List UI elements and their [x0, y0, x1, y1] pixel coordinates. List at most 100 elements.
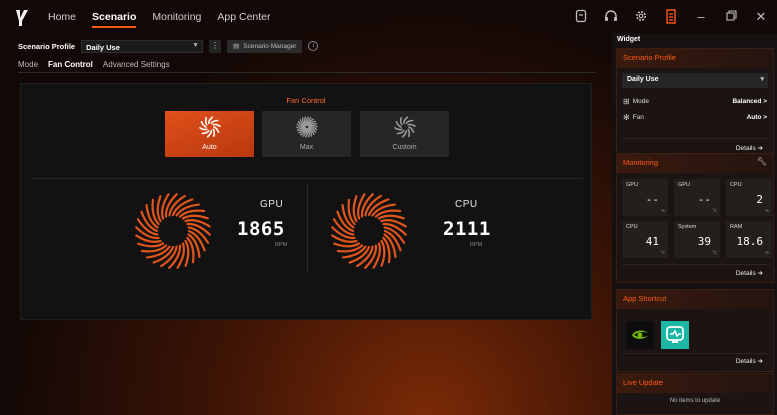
widget-monitoring-card: Monitoring 🔧︎ GPU -- % GPU -- °C CPU 2 %… — [616, 153, 774, 283]
fan-blade — [212, 123, 221, 128]
arrow-right-icon: ➔ — [757, 358, 763, 365]
top-bar: Home Scenario Monitoring App Center – ✕ — [0, 0, 777, 35]
subtab-mode[interactable]: Mode — [18, 60, 38, 69]
fan-blade — [396, 130, 405, 135]
widget-mode-value: Balanced > — [732, 97, 767, 105]
monitor-gpu-temp: GPU -- °C — [674, 179, 720, 216]
arrow-right-icon: ➔ — [757, 270, 763, 277]
fan-mode-max-button[interactable]: Max — [262, 111, 351, 157]
more-options-button[interactable]: ⋮ — [209, 39, 222, 53]
notification-icon[interactable] — [573, 9, 589, 25]
fan-blade — [407, 123, 416, 128]
panel-divider — [31, 178, 583, 179]
monitor-name: RAM — [730, 224, 743, 230]
fan-blade — [377, 214, 405, 220]
gpu-rpm-unit: RPM — [275, 242, 288, 248]
widget-scenario-divider — [622, 138, 770, 139]
widget-app-shortcut-divider — [622, 353, 770, 354]
fan-blade — [380, 239, 386, 267]
wrench-icon[interactable]: 🔧︎ — [757, 157, 767, 166]
monitor-cpu-usage: CPU 2 % — [726, 179, 772, 216]
monitor-value: -- — [645, 193, 659, 206]
widget-monitoring-title: Monitoring 🔧︎ — [617, 154, 773, 173]
subtab-fan-control[interactable]: Fan Control — [48, 60, 93, 69]
widget-fan-value: Auto > — [746, 113, 767, 121]
monitor-cpu-temp: CPU 41 °C — [622, 221, 668, 258]
mode-grid-icon: ⊞ — [623, 96, 630, 106]
info-icon[interactable]: i — [308, 41, 319, 51]
subtab-advanced-settings[interactable]: Advanced Settings — [103, 60, 170, 69]
monitoring-grid: GPU -- % GPU -- °C CPU 2 % CPU 41 °C Sys… — [622, 179, 772, 258]
cpu-rpm-unit: RPM — [470, 242, 483, 248]
fan-mode-auto-button[interactable]: Auto — [165, 111, 254, 157]
tab-scenario[interactable]: Scenario — [92, 11, 137, 28]
arrow-right-icon: ➔ — [757, 145, 763, 152]
scenario-manager-label: Scenario Manager — [243, 42, 297, 50]
scenario-profile-select[interactable]: Daily Use ▼ — [81, 39, 204, 53]
fan-blade — [394, 126, 403, 131]
details-label: Details — [735, 145, 756, 152]
headset-icon[interactable] — [603, 9, 619, 25]
restore-icon[interactable] — [723, 9, 739, 25]
scenario-profile-label: Scenario Profile — [18, 41, 76, 51]
widget-scenario-select[interactable]: Daily Use ▾ — [622, 73, 768, 88]
details-label: Details — [735, 358, 756, 365]
fan-blade — [352, 195, 358, 223]
subtabs: Mode Fan Control Advanced Settings — [18, 60, 170, 69]
widget-mode-row[interactable]: ⊞ Mode Balanced > — [617, 93, 773, 109]
monitor-gpu-usage: GPU -- % — [622, 179, 668, 216]
fan-mode-custom-button[interactable]: Custom — [360, 111, 449, 157]
window-controls: – ✕ — [573, 9, 769, 25]
monitor-unit: % — [660, 208, 665, 213]
widget-title: Widget — [617, 36, 641, 43]
widget-scenario-card: Scenario Profile Daily Use ▾ ⊞ Mode Balan… — [616, 48, 774, 156]
chevron-down-icon: ▾ — [760, 76, 764, 83]
tab-monitoring[interactable]: Monitoring — [152, 11, 201, 28]
fan-small-icon: ✻ — [623, 112, 630, 122]
widget-monitoring-divider — [622, 264, 770, 265]
tab-home[interactable]: Home — [48, 11, 76, 28]
close-icon[interactable]: ✕ — [753, 9, 769, 25]
scenario-profile-bar: Scenario Profile Daily Use ▼ ⋮ ▤ Scenari… — [18, 38, 598, 54]
tab-app-center[interactable]: App Center — [217, 11, 270, 28]
widget-mode-key: Mode — [632, 97, 649, 105]
details-label: Details — [735, 270, 756, 277]
widget-scenario-select-value: Daily Use — [627, 76, 659, 83]
widget-scenario-details-link[interactable]: Details ➔ — [736, 144, 763, 152]
monitor-value: -- — [697, 193, 711, 206]
settings-gear-icon[interactable] — [633, 9, 649, 25]
widget-fan-row[interactable]: ✻ Fan Auto > — [617, 109, 773, 125]
monitor-system-temp: System 39 °C — [674, 221, 720, 258]
fan-blade — [137, 242, 165, 248]
folder-icon: ▤ — [233, 43, 240, 50]
gpu-rpm-value: 1865 — [237, 218, 285, 240]
gpu-cpu-divider — [307, 184, 308, 272]
monitor-name: System — [678, 224, 697, 230]
gpu-fan-icon — [135, 193, 211, 269]
widget-live-update-title: Live Update — [617, 374, 773, 393]
cpu-fan-icon — [331, 193, 407, 269]
gpu-label: GPU — [260, 199, 284, 210]
widget-fan-key: Fan — [632, 113, 644, 121]
fan-blade — [204, 116, 208, 126]
widget-app-shortcut-details-link[interactable]: Details ➔ — [736, 357, 763, 365]
widget-live-update-card: Live Update No items to update — [616, 373, 774, 415]
fan-blade — [405, 119, 414, 124]
nvidia-app-icon[interactable] — [626, 321, 654, 349]
fan-auto-icon — [199, 116, 221, 138]
fan-blade — [212, 128, 216, 138]
chevron-down-icon: ▼ — [192, 41, 200, 49]
widget-panel-icon[interactable] — [663, 9, 679, 25]
cpu-label: CPU — [455, 199, 478, 210]
cpu-rpm-value: 2111 — [443, 218, 491, 240]
fan-blade — [184, 239, 190, 267]
scenario-profile-value: Daily Use — [86, 42, 120, 52]
widget-monitoring-details-link[interactable]: Details ➔ — [736, 269, 763, 277]
monitor-app-icon[interactable] — [661, 321, 689, 349]
minimize-icon[interactable]: – — [693, 9, 709, 25]
scenario-manager-button[interactable]: ▤ Scenario Manager — [227, 39, 303, 53]
monitoring-title-text: Monitoring — [623, 158, 659, 167]
fan-blade — [156, 195, 162, 223]
fan-max-icon — [296, 116, 318, 138]
fan-blade — [333, 242, 361, 248]
